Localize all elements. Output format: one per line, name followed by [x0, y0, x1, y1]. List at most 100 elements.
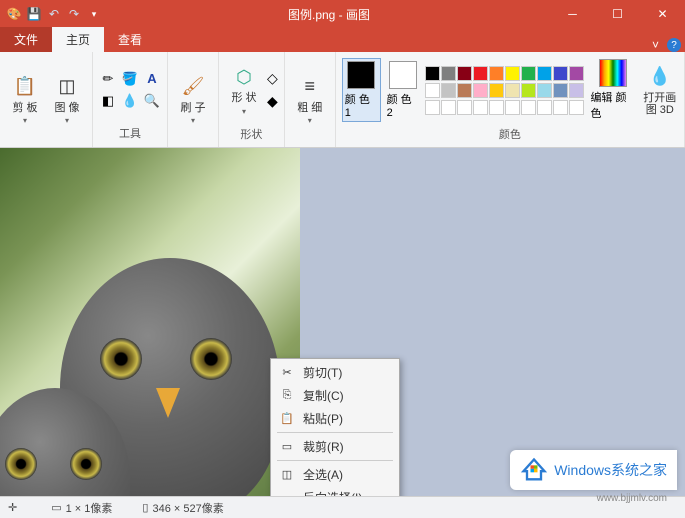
- tab-view[interactable]: 查看: [104, 27, 156, 52]
- undo-icon[interactable]: ↶: [46, 6, 62, 22]
- color-swatch[interactable]: [425, 66, 440, 81]
- color-swatch[interactable]: [441, 83, 456, 98]
- menu-item-icon: [279, 490, 295, 497]
- menu-item[interactable]: ◫全选(A): [273, 463, 397, 486]
- clipboard-icon: 📋: [12, 74, 38, 100]
- group-label: 形状: [240, 124, 262, 144]
- context-menu: ✂剪切(T)⎘复制(C)📋粘贴(P)▭裁剪(R)◫全选(A)反向选择(I)✕删除…: [270, 358, 400, 496]
- close-button[interactable]: ✕: [640, 0, 685, 28]
- color-swatch[interactable]: [505, 83, 520, 98]
- menu-item[interactable]: ⎘复制(C): [273, 384, 397, 407]
- color-swatch[interactable]: [473, 83, 488, 98]
- tab-file[interactable]: 文件: [0, 27, 52, 52]
- color-swatch[interactable]: [537, 66, 552, 81]
- color-swatch[interactable]: [441, 66, 456, 81]
- chevron-down-icon: ▾: [242, 107, 246, 116]
- canvas[interactable]: [0, 148, 300, 496]
- color-swatch[interactable]: [569, 100, 584, 115]
- save-icon[interactable]: 💾: [26, 6, 42, 22]
- color-swatch[interactable]: [569, 83, 584, 98]
- color-swatch[interactable]: [441, 100, 456, 115]
- group-label: 工具: [119, 123, 141, 143]
- chevron-down-icon: ▾: [23, 116, 27, 125]
- edit-colors-button[interactable]: 编辑 颜色: [588, 57, 637, 123]
- menu-item-label: 粘贴(P): [303, 410, 391, 427]
- canvas-area[interactable]: ✂剪切(T)⎘复制(C)📋粘贴(P)▭裁剪(R)◫全选(A)反向选择(I)✕删除…: [0, 148, 685, 496]
- color-swatch[interactable]: [537, 100, 552, 115]
- color-swatch[interactable]: [425, 100, 440, 115]
- color-swatch[interactable]: [505, 100, 520, 115]
- color-swatch[interactable]: [521, 100, 536, 115]
- tool-grid: ✏ 🪣 A ◧ 💧 🔍: [99, 70, 161, 110]
- shapes-button[interactable]: ⬡ 形 状 ▾: [225, 56, 263, 124]
- color1-button[interactable]: 颜 色 1: [342, 58, 381, 122]
- color-swatch[interactable]: [505, 66, 520, 81]
- watermark-url: www.bjjmlv.com: [597, 493, 667, 504]
- qat-dropdown-icon[interactable]: ▾: [86, 6, 102, 22]
- menu-item[interactable]: 📋粘贴(P): [273, 407, 397, 430]
- color-swatch[interactable]: [521, 66, 536, 81]
- menu-item-label: 剪切(T): [303, 364, 391, 381]
- ribbon-tabs: 文件 主页 查看 ˅ ?: [0, 28, 685, 52]
- color-swatch[interactable]: [569, 66, 584, 81]
- menu-item-icon: ◫: [279, 467, 295, 483]
- menu-item[interactable]: ▭ 裁剪(R): [273, 435, 397, 458]
- watermark-text: Windows系统之家: [554, 460, 667, 480]
- shapes-icon: ⬡: [231, 64, 257, 90]
- size-icon: ≡: [297, 74, 323, 100]
- color-swatch[interactable]: [489, 83, 504, 98]
- tab-home[interactable]: 主页: [52, 27, 104, 52]
- color2-button[interactable]: 颜 色 2: [385, 59, 422, 121]
- help-icon[interactable]: ?: [667, 38, 681, 52]
- text-icon[interactable]: A: [143, 70, 161, 88]
- menu-separator: [277, 460, 393, 461]
- color-swatch[interactable]: [553, 100, 568, 115]
- menu-item[interactable]: ✂剪切(T): [273, 361, 397, 384]
- menu-item-label: 裁剪(R): [303, 438, 391, 455]
- menu-item-icon: ▭: [279, 439, 295, 455]
- fill-icon[interactable]: 🪣: [121, 70, 139, 88]
- group-size: ≡ 粗 细 ▾: [285, 52, 336, 147]
- picker-icon[interactable]: 💧: [121, 92, 139, 110]
- color-swatch[interactable]: [457, 83, 472, 98]
- status-size: ▯ 346 × 527像素: [142, 500, 223, 516]
- color-swatch[interactable]: [553, 83, 568, 98]
- color-swatch[interactable]: [489, 100, 504, 115]
- maximize-button[interactable]: ☐: [595, 0, 640, 28]
- brushes-button[interactable]: 🖌 刷 子 ▾: [174, 66, 212, 134]
- image-button[interactable]: ◫ 图 像 ▾: [48, 66, 86, 134]
- fill-shape-icon[interactable]: ◆: [267, 93, 278, 110]
- color-swatches: [425, 66, 584, 115]
- status-selection: ▭ 1 × 1像素: [51, 500, 112, 516]
- paint3d-button[interactable]: 💧 打开画 图 3D: [642, 56, 678, 124]
- color-swatch[interactable]: [457, 66, 472, 81]
- select-icon: ◫: [54, 74, 80, 100]
- group-clipboard: 📋 剪 板 ▾ ◫ 图 像 ▾: [0, 52, 93, 147]
- window-controls: ─ ☐ ✕: [550, 0, 685, 28]
- color-swatch[interactable]: [537, 83, 552, 98]
- color-swatch[interactable]: [521, 83, 536, 98]
- outline-icon[interactable]: ◇: [267, 70, 278, 87]
- color-swatch[interactable]: [425, 83, 440, 98]
- pencil-icon[interactable]: ✏: [99, 70, 117, 88]
- menu-item[interactable]: 反向选择(I): [273, 486, 397, 496]
- color-swatch[interactable]: [457, 100, 472, 115]
- size-icon: ▯: [142, 501, 148, 514]
- paint3d-icon: 💧: [647, 64, 673, 90]
- color-swatch[interactable]: [489, 66, 504, 81]
- crosshair-icon: ✛: [8, 501, 17, 514]
- color-swatch[interactable]: [473, 66, 488, 81]
- color-swatch[interactable]: [553, 66, 568, 81]
- paste-button[interactable]: 📋 剪 板 ▾: [6, 66, 44, 134]
- titlebar: 🎨 💾 ↶ ↷ ▾ 图例.png - 画图 ─ ☐ ✕: [0, 0, 685, 28]
- eraser-icon[interactable]: ◧: [99, 92, 117, 110]
- windows-logo-icon: [520, 456, 548, 484]
- redo-icon[interactable]: ↷: [66, 6, 82, 22]
- color-swatch[interactable]: [473, 100, 488, 115]
- color2-swatch: [389, 61, 417, 89]
- minimize-button[interactable]: ─: [550, 0, 595, 28]
- chevron-down-icon: ▾: [191, 116, 195, 125]
- ribbon-collapse[interactable]: ˅: [644, 38, 667, 52]
- size-button[interactable]: ≡ 粗 细 ▾: [291, 66, 329, 134]
- zoom-icon[interactable]: 🔍: [143, 92, 161, 110]
